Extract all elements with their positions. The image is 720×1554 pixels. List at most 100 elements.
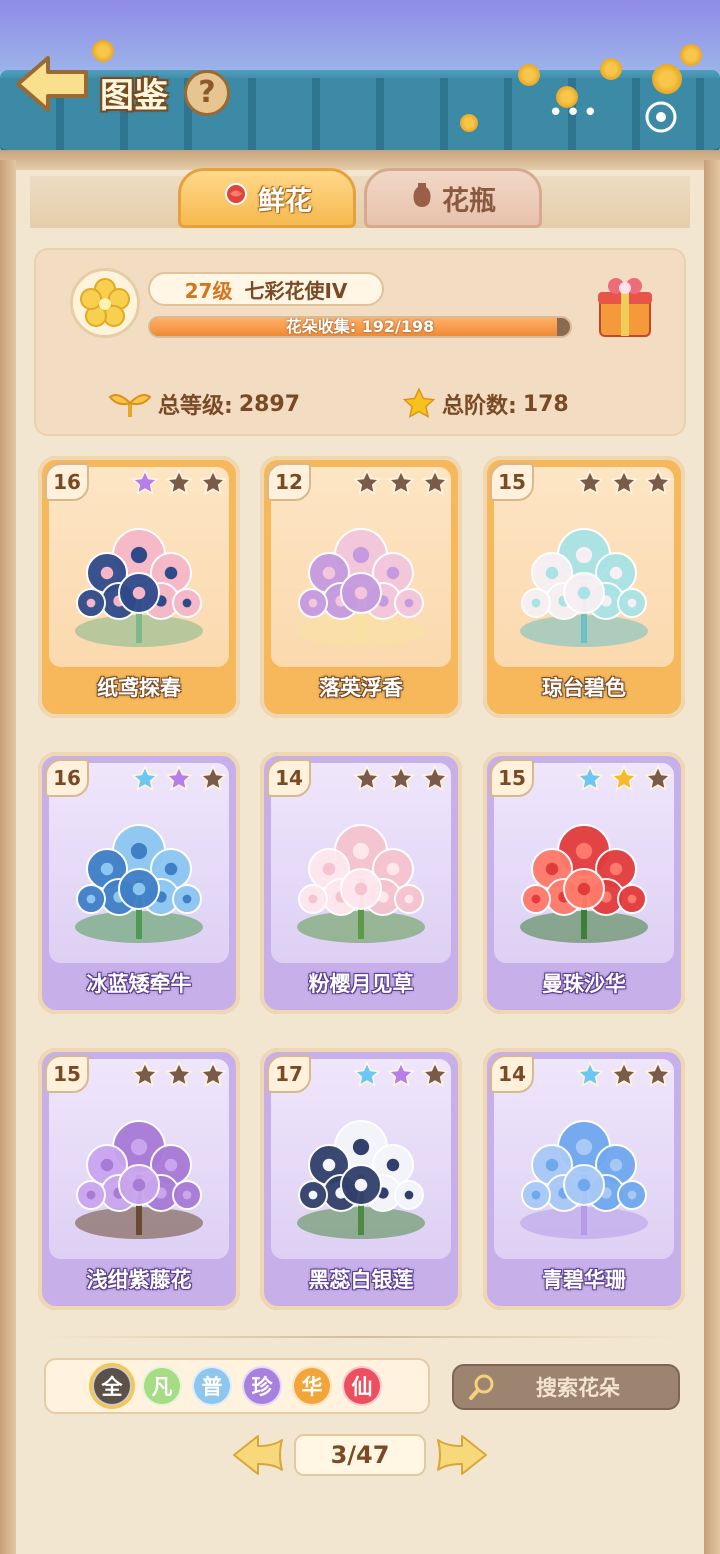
flower-card[interactable]: 16 纸鸢探春: [38, 456, 240, 718]
card-star-rating: [576, 765, 672, 793]
kite-flower-art: [75, 528, 203, 647]
blossom-decoration: [652, 64, 682, 94]
card-level-badge: 15: [490, 759, 534, 797]
collection-progress-label: 花朵收集: 192/198: [285, 317, 435, 336]
filter-ordinary[interactable]: 普: [192, 1366, 232, 1406]
filter-all[interactable]: 全: [92, 1366, 132, 1406]
card-flower-name: 浅绀紫藤花: [86, 1268, 192, 1292]
flower-card[interactable]: 15 琼台碧色: [483, 456, 685, 718]
rose-icon: [222, 181, 250, 216]
card-star-rating: [576, 469, 672, 497]
jade-peony-art: [520, 528, 648, 647]
star-empty-icon: [199, 1061, 227, 1087]
card-star-rating: [131, 1061, 227, 1089]
total-level-label: 总等级:: [158, 394, 233, 419]
star-empty-icon: [387, 765, 415, 791]
page-indicator: 3/47: [294, 1434, 426, 1476]
star-filled-icon: [576, 765, 604, 791]
star-empty-icon: [610, 1061, 638, 1087]
flower-card[interactable]: 15 曼珠沙华: [483, 752, 685, 1014]
tab-vases-label: 花瓶: [442, 185, 496, 217]
player-title: 七彩花使IV: [244, 278, 348, 303]
star-empty-icon: [199, 469, 227, 495]
spider-lily-art: [520, 824, 648, 943]
blossom-decoration: [92, 40, 114, 62]
card-star-rating: [353, 469, 449, 497]
star-filled-icon: [165, 765, 193, 791]
star-empty-icon: [644, 469, 672, 495]
card-level-badge: 14: [267, 759, 311, 797]
star-icon: [402, 387, 436, 418]
flower-card[interactable]: 17 黑蕊白银莲: [260, 1048, 462, 1310]
flower-card[interactable]: 14 青碧华珊: [483, 1048, 685, 1310]
primrose-art: [297, 824, 425, 943]
filter-common[interactable]: 凡: [142, 1366, 182, 1406]
left-pillar: [0, 160, 16, 1554]
star-empty-icon: [353, 765, 381, 791]
tab-vases[interactable]: 花瓶: [364, 168, 542, 228]
star-empty-icon: [576, 469, 604, 495]
star-empty-icon: [421, 469, 449, 495]
star-empty-icon: [165, 469, 193, 495]
anemone-art: [297, 1120, 425, 1239]
card-level-badge: 15: [45, 1055, 89, 1093]
tab-flowers-label: 鲜花: [258, 185, 312, 217]
gift-box-icon: [598, 278, 652, 337]
star-filled-icon: [387, 1061, 415, 1087]
filter-rare[interactable]: 珍: [242, 1366, 282, 1406]
divider: [40, 1336, 680, 1338]
total-level-stat: 总等级: 2897: [108, 384, 300, 424]
star-empty-icon: [644, 765, 672, 791]
card-flower-name: 纸鸢探春: [97, 676, 181, 700]
star-empty-icon: [421, 765, 449, 791]
blossom-decoration: [518, 64, 540, 86]
level-badge: 27级 七彩花使IV: [148, 272, 384, 306]
close-target-button[interactable]: [644, 100, 678, 134]
player-level: 27级: [184, 278, 233, 303]
star-empty-icon: [131, 1061, 159, 1087]
card-level-badge: 17: [267, 1055, 311, 1093]
card-star-rating: [131, 469, 227, 497]
back-arrow-icon: [16, 56, 88, 112]
card-star-rating: [131, 765, 227, 793]
card-star-rating: [353, 1061, 449, 1089]
rarity-filter-bar: 全 凡 普 珍 华 仙: [44, 1358, 430, 1414]
chevron-left-icon: [233, 1435, 283, 1475]
page-next-button[interactable]: [434, 1432, 490, 1478]
card-flower-name: 黑蕊白银莲: [308, 1268, 414, 1292]
blossom-decoration: [680, 44, 702, 66]
total-stars-label: 总阶数:: [442, 394, 517, 419]
star-empty-icon: [644, 1061, 672, 1087]
page-prev-button[interactable]: [230, 1432, 286, 1478]
filter-epic[interactable]: 华: [292, 1366, 332, 1406]
flower-card[interactable]: 12 落英浮香: [260, 456, 462, 718]
total-stars-stat: 总阶数: 178: [402, 384, 569, 424]
plum-blossom-icon: [80, 278, 130, 327]
card-star-rating: [576, 1061, 672, 1089]
vase-icon: [410, 181, 434, 216]
star-empty-icon: [387, 469, 415, 495]
back-button[interactable]: [14, 54, 90, 114]
gift-box-button[interactable]: [594, 272, 656, 340]
card-flower-name: 琼台碧色: [542, 676, 626, 700]
chevron-right-icon: [437, 1435, 487, 1475]
star-empty-icon: [421, 1061, 449, 1087]
card-flower-name: 落英浮香: [319, 676, 403, 700]
filter-legendary[interactable]: 仙: [342, 1366, 382, 1406]
help-button[interactable]: ?: [184, 70, 230, 116]
page-title: 图鉴: [100, 76, 168, 116]
star-filled-icon: [610, 765, 638, 791]
star-empty-icon: [610, 469, 638, 495]
tab-flowers[interactable]: 鲜花: [178, 168, 356, 228]
flower-card[interactable]: 15 浅绀紫藤花: [38, 1048, 240, 1310]
more-options-button[interactable]: •••: [548, 100, 598, 128]
card-flower-name: 粉樱月见草: [308, 972, 414, 996]
search-input[interactable]: 搜索花朵: [452, 1364, 680, 1410]
flower-card[interactable]: 16 冰蓝矮牵牛: [38, 752, 240, 1014]
star-empty-icon: [165, 1061, 193, 1087]
card-level-badge: 16: [45, 759, 89, 797]
search-placeholder: 搜索花朵: [536, 1376, 620, 1400]
star-filled-icon: [353, 1061, 381, 1087]
star-empty-icon: [199, 765, 227, 791]
flower-card[interactable]: 14 粉樱月见草: [260, 752, 462, 1014]
